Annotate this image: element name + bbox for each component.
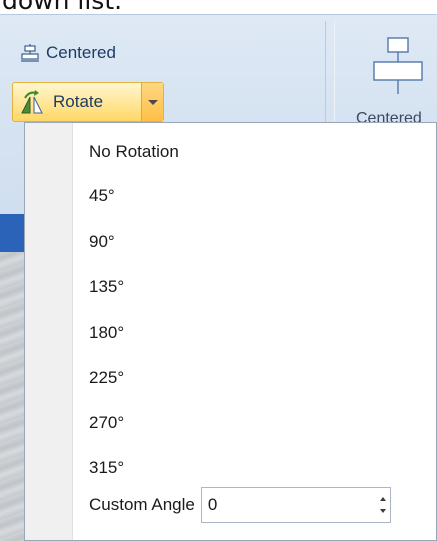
custom-angle-label: Custom Angle	[89, 495, 195, 514]
centered-label: Centered	[46, 43, 116, 62]
custom-angle-spinner[interactable]: 0	[200, 487, 391, 523]
align-center-icon	[21, 44, 39, 62]
menu-item-315[interactable]: 315°	[89, 453, 124, 483]
menu-item-no-rotation[interactable]: No Rotation	[89, 137, 179, 167]
rotate-label: Rotate	[53, 92, 104, 111]
menu-item-135[interactable]: 135°	[89, 272, 124, 302]
align-center-large-icon[interactable]	[370, 36, 426, 96]
spin-up-icon[interactable]	[379, 497, 386, 501]
custom-angle-value[interactable]: 0	[208, 495, 217, 515]
centered-button[interactable]: Centered	[16, 40, 120, 66]
spinner-arrows-icon[interactable]	[379, 497, 386, 513]
menu-item-45[interactable]: 45°	[89, 181, 115, 211]
menu-item-270[interactable]: 270°	[89, 408, 124, 438]
chevron-down-icon	[147, 99, 158, 105]
menu-item-180[interactable]: 180°	[89, 318, 124, 348]
spin-down-icon[interactable]	[379, 509, 386, 513]
custom-angle-row: Custom Angle 0	[89, 487, 391, 523]
caption-text: down list.	[2, 0, 122, 14]
rotate-dropdown-button[interactable]	[141, 83, 163, 121]
rotate-dropdown-menu: No Rotation 45° 90° 135° 180° 225° 270° …	[24, 122, 437, 541]
rotate-button[interactable]: Rotate	[13, 83, 141, 121]
rotate-split-button[interactable]: Rotate	[12, 82, 164, 122]
menu-gutter	[25, 123, 73, 540]
blue-band	[0, 214, 24, 252]
map-background	[0, 252, 24, 541]
menu-item-90[interactable]: 90°	[89, 227, 115, 257]
caption-strip: down list.	[0, 0, 437, 14]
menu-item-225[interactable]: 225°	[89, 363, 124, 393]
rotate-icon	[21, 90, 43, 114]
